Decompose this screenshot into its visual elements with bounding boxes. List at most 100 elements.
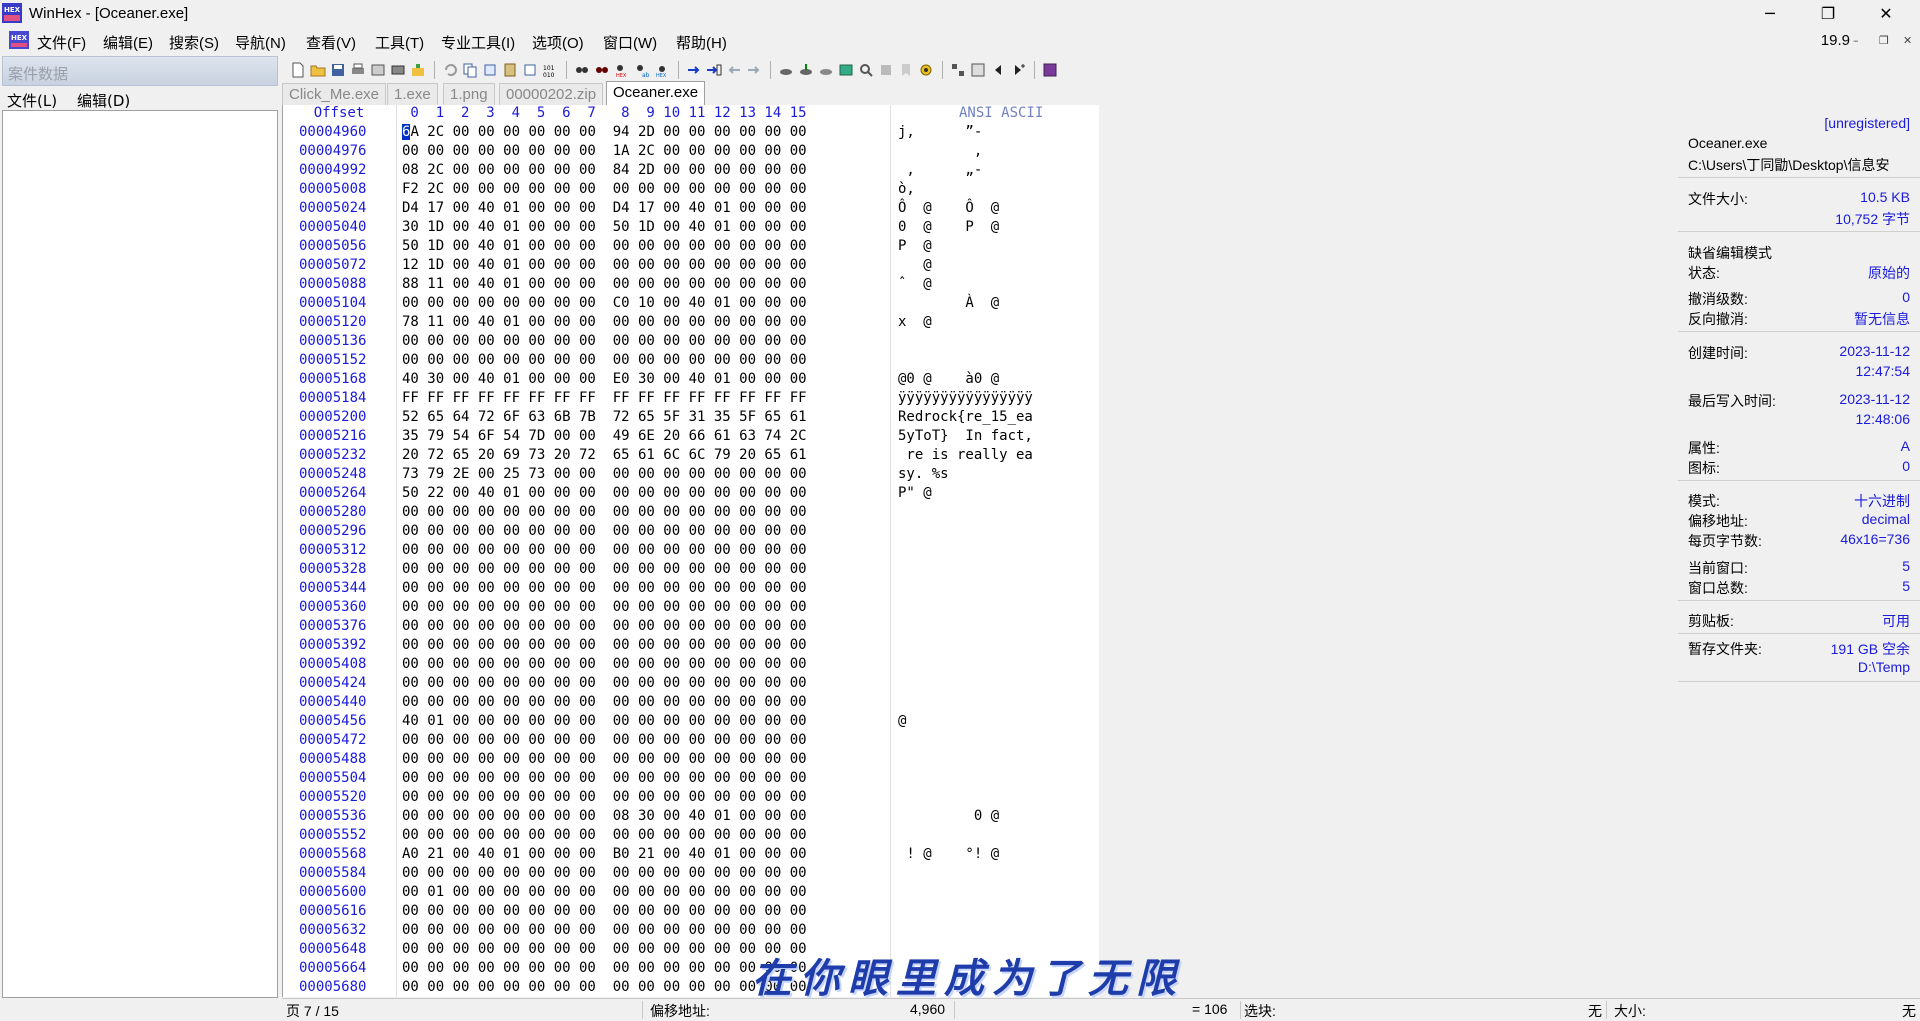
row-ascii[interactable]: sy. %s xyxy=(898,466,1033,482)
row-ascii[interactable]: @0 @ à0 @ xyxy=(898,371,1033,387)
row-ascii[interactable]: 0 @ P @ xyxy=(898,219,1033,235)
row-hex-bytes[interactable]: 00 00 00 00 00 00 00 00 00 00 00 00 00 0… xyxy=(402,732,807,748)
disk-tools-icon[interactable] xyxy=(778,62,794,78)
menu-navigate[interactable]: 导航(N) xyxy=(235,32,286,53)
replace-text-icon[interactable]: HEX xyxy=(614,62,630,78)
row-ascii[interactable]: ˆ @ xyxy=(898,276,1033,292)
row-hex-bytes[interactable]: 73 79 2E 00 25 73 00 00 00 00 00 00 00 0… xyxy=(402,466,807,482)
menu-specialist-tools[interactable]: 专业工具(I) xyxy=(441,32,515,53)
menu-file[interactable]: 文件(F) xyxy=(37,32,86,53)
row-ascii[interactable]: , xyxy=(898,143,1033,159)
row-ascii[interactable]: , „- xyxy=(898,162,1033,178)
row-hex-bytes[interactable]: 35 79 54 6F 54 7D 00 00 49 6E 20 66 61 6… xyxy=(402,428,807,444)
save-icon[interactable] xyxy=(330,62,346,78)
paste-block-icon[interactable] xyxy=(522,62,538,78)
row-hex-bytes[interactable]: 00 00 00 00 00 00 00 00 00 00 00 00 00 0… xyxy=(402,751,807,767)
row-hex-bytes[interactable]: 00 00 00 00 00 00 00 00 00 00 00 00 00 0… xyxy=(402,903,807,919)
row-hex-bytes[interactable]: F2 2C 00 00 00 00 00 00 00 00 00 00 00 0… xyxy=(402,181,807,197)
row-hex-bytes[interactable]: 30 1D 00 40 01 00 00 00 50 1D 00 40 01 0… xyxy=(402,219,807,235)
row-hex-bytes[interactable]: 78 11 00 40 01 00 00 00 00 00 00 00 00 0… xyxy=(402,314,807,330)
new-file-icon[interactable] xyxy=(290,62,306,78)
table-icon[interactable] xyxy=(970,62,986,78)
row-hex-bytes[interactable]: 00 00 00 00 00 00 00 00 C0 10 00 40 01 0… xyxy=(402,295,807,311)
row-ascii[interactable]: Redrock{re_15_ea xyxy=(898,409,1033,425)
row-hex-bytes[interactable]: 00 00 00 00 00 00 00 00 00 00 00 00 00 0… xyxy=(402,599,807,615)
row-hex-bytes[interactable]: 00 00 00 00 00 00 00 00 00 00 00 00 00 0… xyxy=(402,333,807,349)
forward-icon[interactable] xyxy=(746,62,762,78)
row-ascii[interactable]: re is really ea xyxy=(898,447,1032,463)
row-hex-bytes[interactable]: 00 00 00 00 00 00 00 00 00 00 00 00 00 0… xyxy=(402,580,807,596)
row-ascii[interactable]: P" @ xyxy=(898,485,1033,501)
analyze-icon[interactable] xyxy=(878,62,894,78)
row-hex-bytes[interactable]: A0 21 00 40 01 00 00 00 B0 21 00 40 01 0… xyxy=(402,846,807,862)
minimize-button[interactable]: ─ xyxy=(1741,0,1799,28)
row-hex-bytes[interactable]: FF FF FF FF FF FF FF FF FF FF FF FF FF F… xyxy=(402,390,807,406)
open-disk-icon[interactable] xyxy=(410,62,426,78)
help-book-icon[interactable] xyxy=(1042,62,1058,78)
ram-icon[interactable] xyxy=(818,62,834,78)
row-hex-bytes[interactable]: 40 01 00 00 00 00 00 00 00 00 00 00 00 0… xyxy=(402,713,807,729)
close-button[interactable]: ✕ xyxy=(1857,0,1915,28)
tab-1-exe[interactable]: 1.exe xyxy=(387,83,438,105)
row-hex-bytes[interactable]: 88 11 00 40 01 00 00 00 00 00 00 00 00 0… xyxy=(402,276,807,292)
row-ascii[interactable]: ò, xyxy=(898,181,1033,197)
row-ascii[interactable]: À @ xyxy=(898,295,1033,311)
row-hex-bytes[interactable]: 00 00 00 00 00 00 00 00 00 00 00 00 00 0… xyxy=(402,637,807,653)
row-hex-bytes[interactable]: 00 00 00 00 00 00 00 00 00 00 00 00 00 0… xyxy=(402,789,807,805)
menu-edit[interactable]: 编辑(E) xyxy=(103,32,153,53)
goto-offset-icon[interactable] xyxy=(686,62,702,78)
row-hex-bytes[interactable]: 00 00 00 00 00 00 00 00 00 00 00 00 00 0… xyxy=(402,618,807,634)
row-hex-bytes[interactable]: 00 00 00 00 00 00 00 00 00 00 00 00 00 0… xyxy=(402,770,807,786)
row-hex-bytes[interactable]: 20 72 65 20 69 73 20 72 65 61 6C 6C 79 2… xyxy=(402,447,807,463)
menu-options[interactable]: 选项(O) xyxy=(532,32,584,53)
row-hex-bytes[interactable]: 00 00 00 00 00 00 00 00 00 00 00 00 00 0… xyxy=(402,865,807,881)
row-hex-bytes[interactable]: 40 30 00 40 01 00 00 00 E0 30 00 40 01 0… xyxy=(402,371,807,387)
back-icon[interactable] xyxy=(726,62,742,78)
tab-click-me-exe[interactable]: Click_Me.exe xyxy=(282,83,387,105)
disk-icon[interactable] xyxy=(390,62,406,78)
row-hex-bytes[interactable]: D4 17 00 40 01 00 00 00 D4 17 00 40 01 0… xyxy=(402,200,807,216)
open-folder-icon[interactable] xyxy=(310,62,326,78)
maximize-button[interactable]: ❐ xyxy=(1799,0,1857,28)
row-hex-bytes[interactable]: 00 00 00 00 00 00 00 00 00 00 00 00 00 0… xyxy=(402,523,807,539)
menu-window[interactable]: 窗口(W) xyxy=(603,32,657,53)
mdi-restore-button[interactable]: ❐ xyxy=(1879,34,1889,47)
replace-hex-icon[interactable]: ab xyxy=(634,62,650,78)
properties-icon[interactable] xyxy=(370,62,386,78)
case-menu-file[interactable]: 文件(L) xyxy=(7,90,57,111)
find-text-icon[interactable] xyxy=(574,62,590,78)
menu-view[interactable]: 查看(V) xyxy=(306,32,356,53)
row-ascii[interactable]: P @ xyxy=(898,238,1033,254)
row-ascii[interactable]: 0 @ xyxy=(898,808,1033,824)
print-icon[interactable] xyxy=(350,62,366,78)
row-hex-bytes[interactable]: 00 00 00 00 00 00 00 00 00 00 00 00 00 0… xyxy=(402,979,807,995)
paste-icon[interactable] xyxy=(502,62,518,78)
row-hex-bytes[interactable]: 00 00 00 00 00 00 00 00 00 00 00 00 00 0… xyxy=(402,694,807,710)
goto-sector-icon[interactable] xyxy=(706,62,722,78)
undo-icon[interactable] xyxy=(442,62,458,78)
row-ascii[interactable]: j, ”- xyxy=(898,124,1033,140)
row-hex-bytes[interactable]: 00 00 00 00 00 00 00 00 00 00 00 00 00 0… xyxy=(402,656,807,672)
row-hex-bytes[interactable]: 6A 2C 00 00 00 00 00 00 94 2D 00 00 00 0… xyxy=(402,124,807,140)
tab-1-png[interactable]: 1.png xyxy=(443,83,495,105)
row-hex-bytes[interactable]: 00 00 00 00 00 00 00 00 00 00 00 00 00 0… xyxy=(402,922,807,938)
document-hex-icon[interactable]: HEX xyxy=(8,30,30,50)
row-hex-bytes[interactable]: 00 00 00 00 00 00 00 00 00 00 00 00 00 0… xyxy=(402,352,807,368)
row-hex-bytes[interactable]: 00 00 00 00 00 00 00 00 00 00 00 00 00 0… xyxy=(402,675,807,691)
settings-icon[interactable] xyxy=(918,62,934,78)
case-menu-edit[interactable]: 编辑(D) xyxy=(77,90,130,111)
row-ascii[interactable]: @ xyxy=(898,257,1033,273)
data-interpreter-icon[interactable] xyxy=(950,62,966,78)
mdi-close-button[interactable]: ✕ xyxy=(1903,34,1912,47)
row-hex-bytes[interactable]: 12 1D 00 40 01 00 00 00 00 00 00 00 00 0… xyxy=(402,257,807,273)
row-hex-bytes[interactable]: 00 00 00 00 00 00 00 00 00 00 00 00 00 0… xyxy=(402,542,807,558)
row-ascii[interactable]: ÿÿÿÿÿÿÿÿÿÿÿÿÿÿÿÿ xyxy=(898,390,1033,406)
row-hex-bytes[interactable]: 00 00 00 00 00 00 00 00 00 00 00 00 00 0… xyxy=(402,504,807,520)
mdi-minimize-button[interactable]: – xyxy=(1853,34,1859,47)
previous-icon[interactable] xyxy=(990,62,1006,78)
row-hex-bytes[interactable]: 00 00 00 00 00 00 00 00 1A 2C 00 00 00 0… xyxy=(402,143,807,159)
tab-oceaner-exe[interactable]: Oceaner.exe xyxy=(606,81,706,105)
case-tree[interactable] xyxy=(2,110,278,998)
menu-help[interactable]: 帮助(H) xyxy=(676,32,727,53)
row-ascii[interactable]: x @ xyxy=(898,314,1033,330)
